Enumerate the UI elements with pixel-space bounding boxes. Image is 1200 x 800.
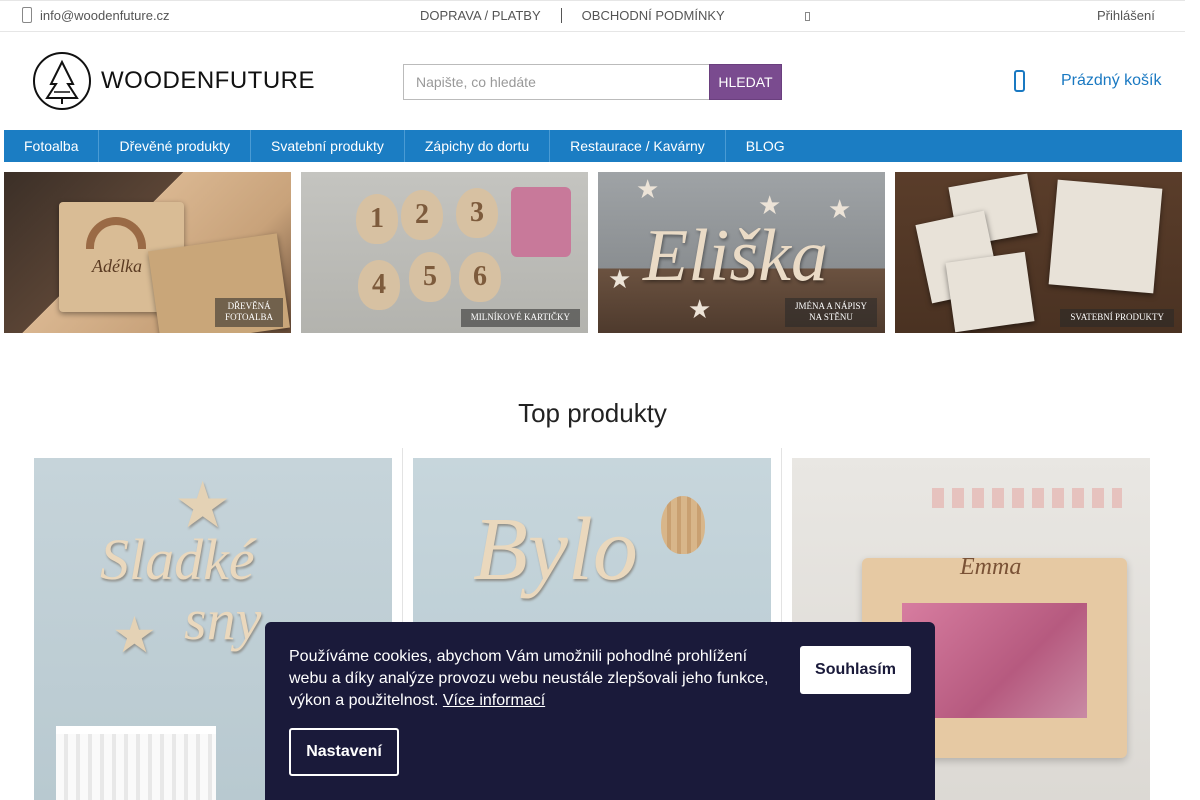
- product-art-text: Bylo: [473, 500, 638, 599]
- product-art-text: Sladké: [100, 527, 255, 592]
- nav-item-photo-albums[interactable]: Fotoalba: [4, 130, 100, 162]
- link-terms[interactable]: OBCHODNÍ PODMÍNKY: [582, 8, 725, 23]
- product-art-text: Emma: [960, 554, 1022, 580]
- more-icon[interactable]: [805, 12, 810, 21]
- nav-item-restaurants[interactable]: Restaurace / Kavárny: [550, 130, 726, 162]
- milestone-card: 4: [358, 260, 400, 310]
- photo-image: [511, 187, 571, 257]
- caption-line: FOTOALBA: [225, 312, 273, 323]
- wedding-card-image: [1048, 179, 1163, 294]
- nav-item-wooden-products[interactable]: Dřevěné produkty: [99, 130, 251, 162]
- nav-item-wedding-products[interactable]: Svatební produkty: [251, 130, 405, 162]
- caption-line: NA STĚNU: [809, 312, 853, 323]
- banner-wedding-products[interactable]: SVATEBNÍ PRODUKTY: [895, 172, 1182, 333]
- wedding-card-image: [945, 251, 1035, 333]
- bunting-image: [932, 488, 1122, 508]
- banner-photo-albums[interactable]: Adélka DŘEVĚNÁ FOTOALBA: [4, 172, 291, 333]
- name-art-text: Eliška: [643, 215, 828, 297]
- search-form: HLEDAT: [403, 64, 782, 100]
- milestone-card: 6: [459, 252, 501, 302]
- banner-milestone-cards[interactable]: 1 2 3 4 5 6 MILNÍKOVÉ KARTIČKY: [301, 172, 588, 333]
- banner-caption: JMÉNA A NÁPISY NA STĚNU: [784, 297, 877, 327]
- nav-item-cake-toppers[interactable]: Zápichy do dortu: [405, 130, 551, 162]
- search-button[interactable]: HLEDAT: [709, 64, 782, 100]
- main-nav: Fotoalba Dřevěné produkty Svatební produ…: [4, 130, 1182, 162]
- banner-caption: MILNÍKOVÉ KARTIČKY: [460, 309, 580, 327]
- cart-icon[interactable]: [1014, 70, 1025, 92]
- section-title: Top produkty: [518, 398, 667, 428]
- banner-caption: DŘEVĚNÁ FOTOALBA: [215, 297, 283, 327]
- caption-line: DŘEVĚNÁ: [227, 300, 271, 311]
- link-shipping-payment[interactable]: DOPRAVA / PLATBY: [420, 8, 541, 23]
- caption-line: MILNÍKOVÉ KARTIČKY: [470, 312, 570, 323]
- contact-email-text[interactable]: info@woodenfuture.cz: [40, 8, 170, 23]
- milestone-card: 3: [456, 188, 498, 238]
- cookie-accept-button[interactable]: Souhlasím: [800, 646, 911, 694]
- milestone-card: 5: [409, 252, 451, 302]
- album-art-text: Adélka: [92, 256, 142, 276]
- logo[interactable]: WOODENFUTURE: [33, 52, 315, 110]
- top-bar: info@woodenfuture.cz DOPRAVA / PLATBY OB…: [0, 0, 1185, 32]
- caption-line: SVATEBNÍ PRODUKTY: [1070, 312, 1164, 323]
- phone-icon: [22, 7, 32, 23]
- cookie-banner: Používáme cookies, abychom Vám umožnili …: [265, 622, 935, 800]
- cookie-message: Používáme cookies, abychom Vám umožnili …: [289, 646, 779, 712]
- caption-line: JMÉNA A NÁPISY: [794, 300, 867, 311]
- banner-names-signs[interactable]: ★ ★ ★ ★ ★ Eliška JMÉNA A NÁPISY NA STĚNU: [598, 172, 885, 333]
- link-separator: [560, 8, 562, 23]
- cookie-settings-button[interactable]: Nastavení: [289, 728, 399, 776]
- milestone-card: 2: [401, 190, 443, 240]
- balloon-image: [661, 496, 705, 554]
- star-icon: ★: [608, 264, 632, 294]
- nav-item-blog[interactable]: BLOG: [726, 130, 805, 162]
- top-links: DOPRAVA / PLATBY OBCHODNÍ PODMÍNKY: [420, 8, 725, 23]
- contact-email[interactable]: info@woodenfuture.cz: [22, 7, 170, 23]
- banner-caption: SVATEBNÍ PRODUKTY: [1060, 309, 1174, 327]
- cart[interactable]: Prázdný košík: [1014, 70, 1161, 92]
- logo-text: WOODENFUTURE: [101, 67, 315, 94]
- crib-image: [56, 726, 216, 800]
- search-input[interactable]: [403, 64, 709, 100]
- star-icon: ★: [636, 174, 660, 204]
- star-icon: ★: [112, 607, 157, 663]
- tree-logo-icon: [33, 52, 91, 110]
- cart-label[interactable]: Prázdný košík: [1061, 72, 1161, 90]
- product-art-text: sny: [184, 587, 262, 652]
- category-banners: Adélka DŘEVĚNÁ FOTOALBA 1 2 3 4 5 6 MILN…: [4, 172, 1182, 333]
- star-icon: ★: [828, 194, 852, 224]
- login-link[interactable]: Přihlášení: [1097, 8, 1155, 23]
- cookie-more-info-link[interactable]: Více informací: [443, 692, 545, 709]
- milestone-card: 1: [356, 194, 398, 244]
